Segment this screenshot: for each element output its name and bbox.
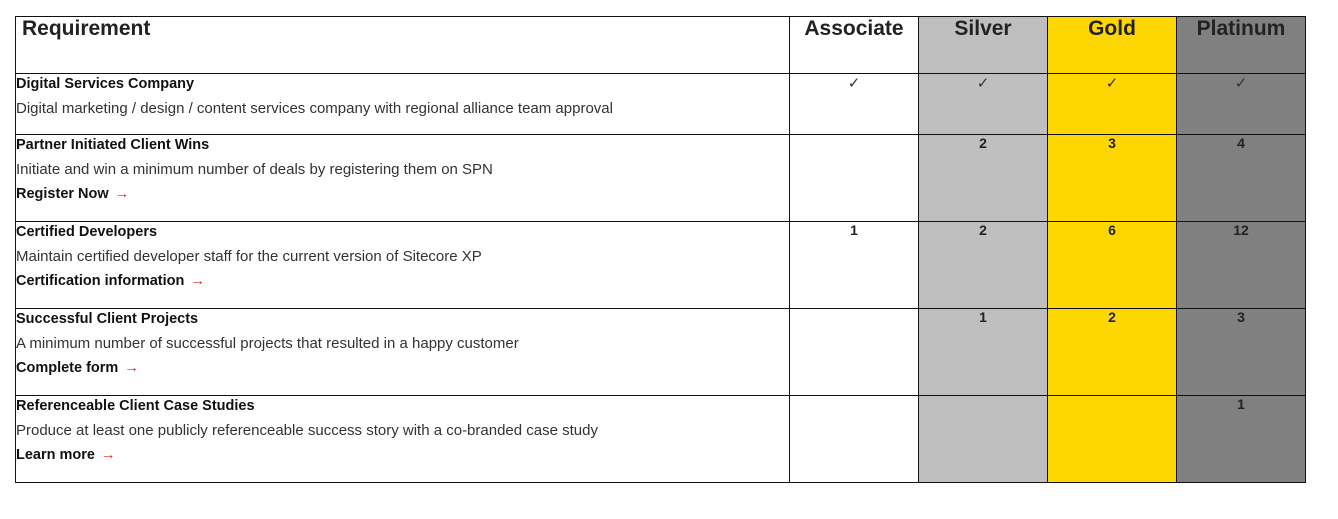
- requirement-title: Digital Services Company: [16, 76, 195, 92]
- gold-value: [1047, 395, 1177, 483]
- arrow-right-icon: →: [190, 273, 205, 289]
- associate-value: [789, 395, 919, 483]
- silver-value: ✓: [918, 73, 1048, 135]
- associate-value: 1: [789, 221, 919, 309]
- requirement-title: Certified Developers: [16, 224, 158, 240]
- header-requirement: Requirement: [15, 16, 790, 74]
- table-row: Certified Developers Maintain certified …: [15, 221, 1306, 309]
- header-gold: Gold: [1047, 16, 1177, 74]
- associate-value: [789, 134, 919, 222]
- arrow-right-icon: →: [124, 360, 139, 376]
- associate-value: ✓: [789, 73, 919, 135]
- associate-value: [789, 308, 919, 396]
- gold-value: 3: [1047, 134, 1177, 222]
- check-icon: ✓: [976, 75, 990, 92]
- gold-value: 6: [1047, 221, 1177, 309]
- platinum-value: 1: [1176, 395, 1306, 483]
- requirements-table: Requirement Associate Silver Gold Platin…: [15, 16, 1306, 483]
- link-label: Complete form: [16, 360, 119, 376]
- requirement-cell: Referenceable Client Case Studies Produc…: [15, 395, 790, 483]
- platinum-value: ✓: [1176, 73, 1306, 135]
- header-associate: Associate: [789, 16, 919, 74]
- requirement-title: Partner Initiated Client Wins: [16, 137, 210, 153]
- requirement-cell: Successful Client Projects A minimum num…: [15, 308, 790, 396]
- link-label: Certification information: [16, 273, 185, 289]
- requirement-title: Successful Client Projects: [16, 311, 199, 327]
- header-platinum: Platinum: [1176, 16, 1306, 74]
- learn-more-link[interactable]: Learn more →: [16, 445, 116, 465]
- header-silver: Silver: [918, 16, 1048, 74]
- header-row: Requirement Associate Silver Gold Platin…: [15, 16, 1306, 74]
- gold-value: ✓: [1047, 73, 1177, 135]
- requirement-cell: Certified Developers Maintain certified …: [15, 221, 790, 309]
- requirement-description: Produce at least one publicly referencea…: [16, 422, 598, 439]
- register-now-link[interactable]: Register Now →: [16, 184, 129, 204]
- requirement-description: Digital marketing / design / content ser…: [16, 100, 613, 117]
- requirement-description: A minimum number of successful projects …: [16, 335, 519, 352]
- requirement-description: Maintain certified developer staff for t…: [16, 248, 482, 265]
- link-label: Learn more: [16, 447, 95, 463]
- check-icon: ✓: [1234, 75, 1248, 92]
- arrow-right-icon: →: [114, 186, 130, 202]
- certification-information-link[interactable]: Certification information →: [16, 271, 205, 291]
- check-icon: ✓: [1105, 75, 1119, 92]
- silver-value: [918, 395, 1048, 483]
- silver-value: 1: [918, 308, 1048, 396]
- table-row: Partner Initiated Client Wins Initiate a…: [15, 134, 1306, 222]
- platinum-value: 4: [1176, 134, 1306, 222]
- silver-value: 2: [918, 221, 1048, 309]
- platinum-value: 3: [1176, 308, 1306, 396]
- arrow-right-icon: →: [101, 447, 116, 463]
- table-row: Successful Client Projects A minimum num…: [15, 308, 1306, 396]
- requirement-cell: Partner Initiated Client Wins Initiate a…: [15, 134, 790, 222]
- requirement-title: Referenceable Client Case Studies: [16, 398, 255, 414]
- table-row: Referenceable Client Case Studies Produc…: [15, 395, 1306, 483]
- link-label: Register Now: [16, 186, 109, 202]
- check-icon: ✓: [847, 75, 861, 92]
- silver-value: 2: [918, 134, 1048, 222]
- table-row: Digital Services Company Digital marketi…: [15, 73, 1306, 135]
- requirement-description: Initiate and win a minimum number of dea…: [16, 161, 493, 178]
- complete-form-link[interactable]: Complete form →: [16, 358, 139, 378]
- gold-value: 2: [1047, 308, 1177, 396]
- requirement-cell: Digital Services Company Digital marketi…: [15, 73, 790, 135]
- platinum-value: 12: [1176, 221, 1306, 309]
